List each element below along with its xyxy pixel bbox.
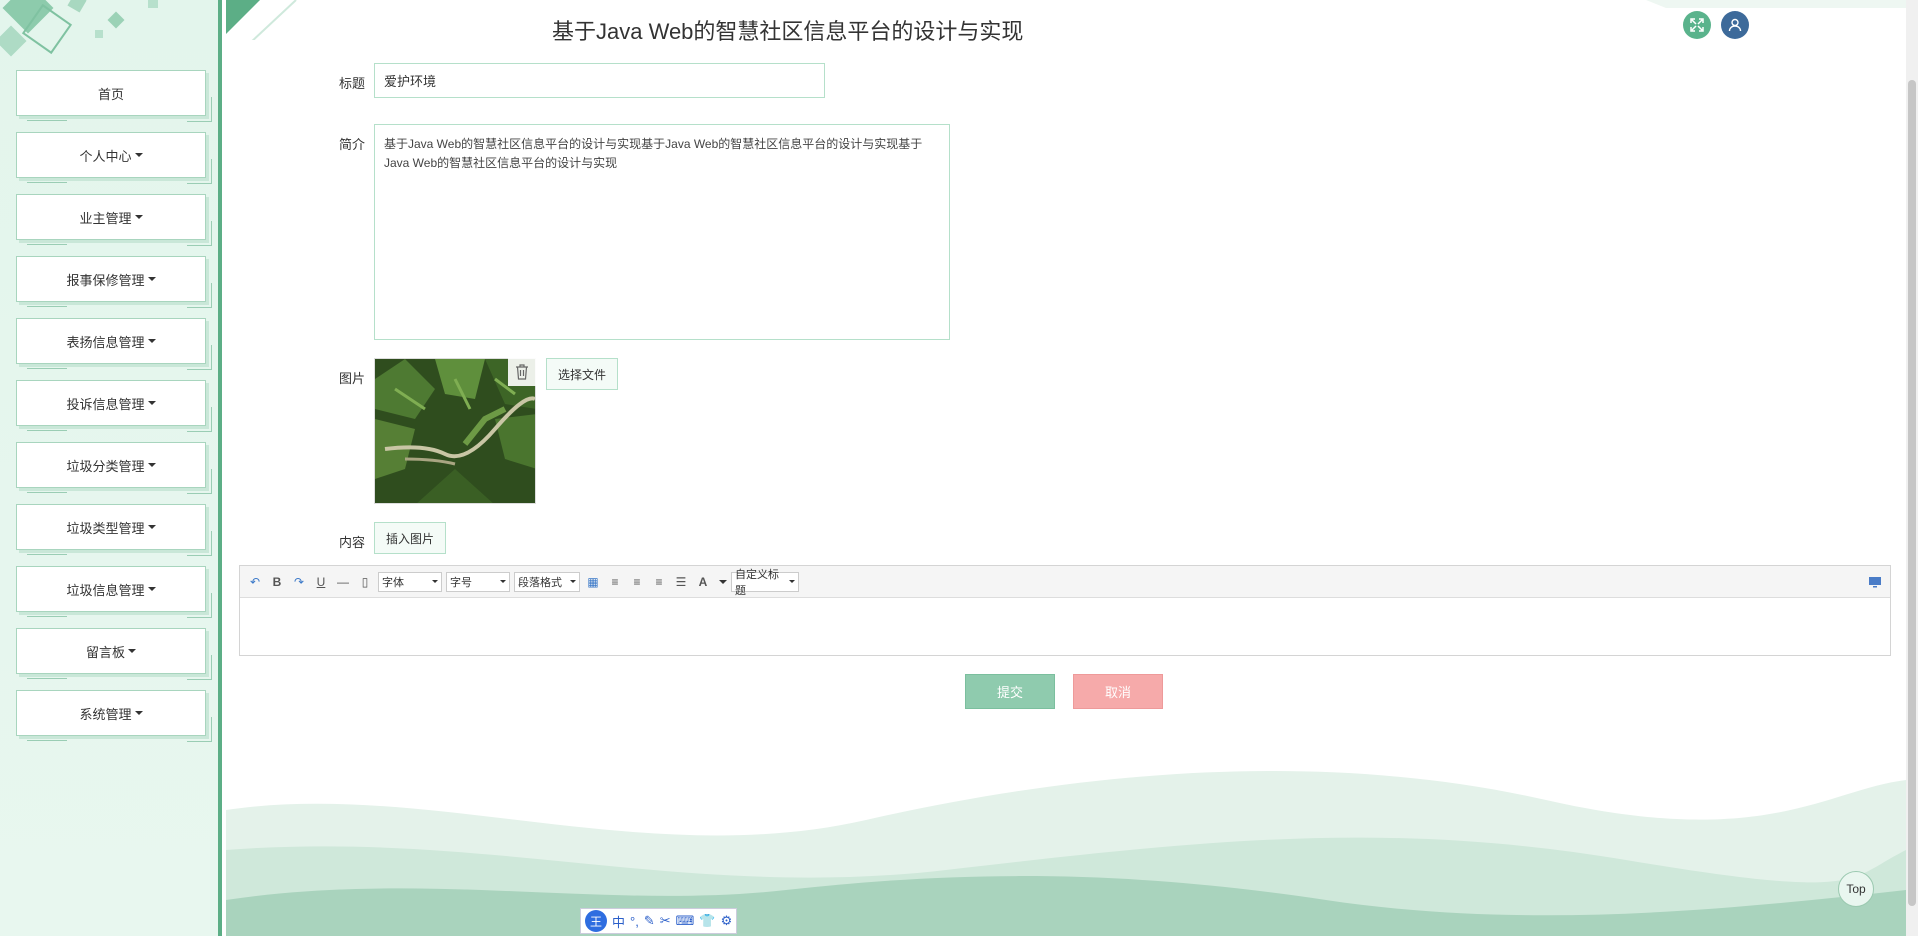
custom-title-select[interactable]: 自定义标题	[731, 569, 799, 597]
sidebar-item-label: 垃圾信息管理	[66, 582, 145, 598]
redo-icon[interactable]: ↷	[290, 573, 308, 591]
sidebar-item-label: 投诉信息管理	[66, 396, 145, 412]
align-left-icon[interactable]: ≡	[606, 573, 624, 591]
chevron-down-icon	[147, 587, 156, 591]
submit-button[interactable]: 提交	[965, 674, 1055, 709]
chevron-down-icon	[147, 463, 156, 467]
editor-toolbar: ↶ B ↷ U — ▯ 字体 字号 段落格式 ▦ ≡ ≡ ≡ ☰ A 自定义标题	[240, 566, 1890, 598]
sidebar-item-label: 垃圾类型管理	[66, 520, 145, 536]
monitor-icon	[1869, 576, 1881, 587]
paragraph-select[interactable]: 段落格式	[514, 571, 580, 592]
user-button[interactable]	[1721, 11, 1749, 39]
undo-icon[interactable]: ↶	[246, 573, 264, 591]
choose-file-button[interactable]: 选择文件	[546, 358, 619, 390]
sidebar-item-8[interactable]: 垃圾信息管理	[16, 566, 212, 618]
sidebar-item-10[interactable]: 系统管理	[16, 690, 212, 742]
title-label: 标题	[339, 76, 366, 91]
wave-decoration	[226, 771, 1906, 936]
image-label: 图片	[339, 371, 366, 386]
chevron-down-icon	[134, 153, 143, 157]
sidebar-item-6[interactable]: 垃圾分类管理	[16, 442, 212, 494]
chevron-down-icon	[128, 649, 136, 653]
chevron-down-icon	[789, 580, 795, 583]
font-family-select-label: 字体	[382, 576, 404, 589]
keyboard-icon[interactable]: ⌨	[676, 913, 695, 929]
sidebar-item-label: 首页	[97, 86, 124, 102]
align-center-icon[interactable]: ≡	[650, 573, 668, 591]
custom-title-select-label: 自定义标题	[735, 568, 779, 597]
align-justify-icon[interactable]: ☰	[672, 573, 690, 591]
scissors-icon[interactable]: ✂	[660, 913, 671, 929]
sidebar-item-label: 报事保修管理	[66, 272, 145, 288]
sidebar-item-label: 个人中心	[79, 148, 132, 164]
underline-icon[interactable]: U	[312, 573, 330, 591]
font-size-select-label: 字号	[450, 576, 472, 589]
insert-image-button[interactable]: 插入图片	[374, 522, 447, 554]
scrollbar-thumb[interactable]	[1908, 80, 1916, 906]
back-to-top-button[interactable]: Top	[1838, 871, 1874, 907]
sidebar-item-label: 表扬信息管理	[66, 334, 145, 350]
sidebar-item-9[interactable]: 留言板	[16, 628, 212, 680]
header-decoration	[226, 0, 1906, 40]
font-color-icon[interactable]: A	[694, 573, 712, 591]
font-size-select[interactable]: 字号	[446, 571, 510, 592]
sidebar-item-7[interactable]: 垃圾类型管理	[16, 504, 212, 556]
sidebar-decoration	[0, 0, 158, 57]
sidebar-item-5[interactable]: 投诉信息管理	[16, 380, 212, 432]
paste-icon[interactable]: ▯	[356, 573, 374, 591]
chevron-down-icon[interactable]	[719, 579, 727, 584]
page-scrollbar[interactable]	[1906, 0, 1918, 936]
chevron-down-icon	[147, 525, 156, 529]
intro-label: 简介	[339, 137, 366, 152]
user-icon	[1728, 18, 1742, 32]
cancel-button[interactable]: 取消	[1073, 674, 1163, 709]
sidebar-nav: 首页个人中心业主管理报事保修管理 表扬信息管理 投诉信息管理 垃圾分类管理 垃圾类型管理…	[16, 70, 212, 752]
sidebar-item-label: 系统管理	[79, 706, 132, 722]
chevron-down-icon	[147, 401, 156, 405]
page-title: 基于Java Web的智慧社区信息平台的设计与实现	[552, 19, 1024, 44]
sidebar-item-1[interactable]: 个人中心	[16, 132, 212, 184]
sidebar-item-3[interactable]: 报事保修管理	[16, 256, 212, 308]
settings-gear-icon[interactable]: ⚙	[721, 913, 733, 929]
sidebar-item-label: 业主管理	[79, 210, 132, 226]
sidebar-item-2[interactable]: 业主管理	[16, 194, 212, 246]
fullscreen-button[interactable]	[1683, 11, 1711, 39]
sidebar-item-label: 垃圾分类管理	[66, 458, 145, 474]
chevron-down-icon	[134, 215, 143, 219]
sidebar-item-0[interactable]: 首页	[16, 70, 212, 122]
ime-mode-toggle[interactable]: 中	[612, 912, 625, 931]
bold-icon[interactable]: B	[268, 573, 286, 591]
ime-punctuation-toggle[interactable]: °,	[630, 914, 639, 929]
intro-textarea[interactable]	[374, 124, 950, 340]
ime-toolbar: 王 中 °, ✎ ✂ ⌨ 👕 ⚙	[580, 908, 738, 934]
chevron-down-icon	[147, 339, 156, 343]
header-actions	[1683, 11, 1749, 39]
rich-text-editor: ↶ B ↷ U — ▯ 字体 字号 段落格式 ▦ ≡ ≡ ≡ ☰ A 自定义标题	[239, 565, 1891, 656]
chevron-down-icon	[500, 580, 506, 583]
chevron-down-icon	[134, 711, 143, 715]
horizontal-rule-icon[interactable]: —	[334, 573, 352, 591]
table-icon[interactable]: ▦	[584, 573, 602, 591]
align-right-icon[interactable]: ≡	[628, 573, 646, 591]
font-family-select[interactable]: 字体	[378, 571, 442, 592]
paragraph-select-label: 段落格式	[518, 576, 562, 589]
title-input[interactable]	[374, 63, 825, 98]
sidebar: 首页个人中心业主管理报事保修管理 表扬信息管理 投诉信息管理 垃圾分类管理 垃圾类型管理…	[0, 0, 222, 936]
chevron-down-icon	[570, 580, 576, 583]
skin-icon[interactable]: 👕	[699, 913, 715, 929]
ime-logo[interactable]: 王	[585, 910, 607, 932]
sidebar-item-label: 留言板	[85, 644, 125, 660]
preview-icon[interactable]	[1866, 573, 1884, 591]
content-label: 内容	[339, 535, 366, 550]
expand-icon	[1690, 18, 1704, 32]
chevron-down-icon	[147, 277, 156, 281]
sidebar-item-4[interactable]: 表扬信息管理	[16, 318, 212, 370]
chevron-down-icon	[432, 580, 438, 583]
delete-image-button[interactable]	[508, 358, 536, 386]
main-content: 基于Java Web的智慧社区信息平台的设计与实现 标题 简介 图片	[226, 0, 1906, 936]
trash-icon	[516, 364, 528, 380]
pen-icon[interactable]: ✎	[644, 913, 655, 929]
editor-body[interactable]	[240, 598, 1890, 655]
